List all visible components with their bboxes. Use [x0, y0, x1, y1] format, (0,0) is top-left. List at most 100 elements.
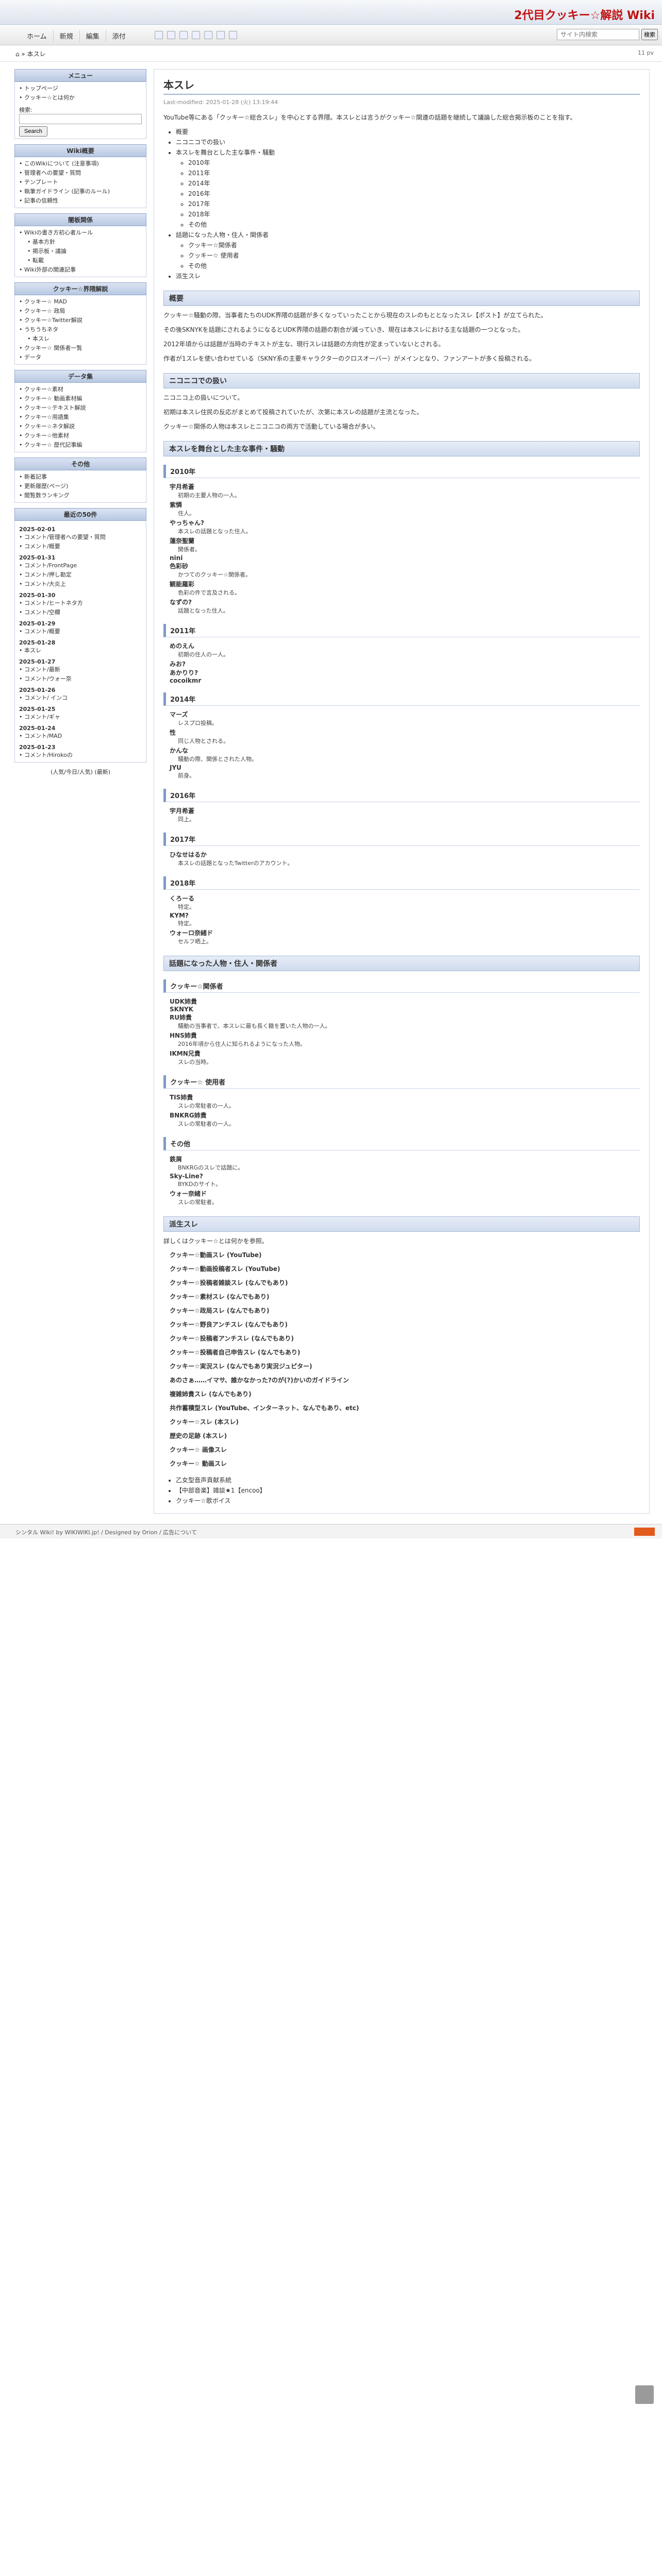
- toc-item[interactable]: その他: [188, 261, 640, 271]
- entry-name[interactable]: ウォー奈緒ド: [170, 1189, 640, 1198]
- list-icon[interactable]: [204, 31, 212, 39]
- recent-item[interactable]: • コメント/最新: [19, 665, 142, 674]
- side-data-item[interactable]: • クッキー☆ 動画素材編: [19, 394, 142, 403]
- side-menu-item[interactable]: • クッキー☆とは何か: [19, 93, 142, 103]
- derived-thread[interactable]: クッキー☆動画投稿者スレ (YouTube): [170, 1264, 640, 1273]
- recent-item[interactable]: • コメント/ウォー奈: [19, 674, 142, 684]
- bottom-link[interactable]: 乙女型音声貢献系統: [176, 1475, 640, 1485]
- derived-thread[interactable]: クッキー☆実況スレ (なんでもあり実況ジュピター): [170, 1362, 640, 1370]
- nav-attach[interactable]: 添付: [106, 30, 132, 42]
- bottom-link[interactable]: クッキー☆歌ボイス: [176, 1496, 640, 1506]
- toc-item[interactable]: 2017年: [188, 199, 640, 209]
- site-title[interactable]: 2代目クッキー☆解説 Wiki: [514, 6, 655, 23]
- breadcrumb[interactable]: ⌂ » 本スレ: [15, 49, 46, 58]
- recent-item[interactable]: • コメント/空欄: [19, 608, 142, 617]
- side-other-item[interactable]: • 更新履歴(ページ): [19, 482, 142, 491]
- entry-name[interactable]: くろーる: [170, 894, 640, 903]
- side-wiki-item[interactable]: • 記事の信頼性: [19, 196, 142, 206]
- entry-name[interactable]: JYU: [170, 764, 640, 771]
- entry-name[interactable]: 宇月希蒼: [170, 806, 640, 815]
- entry-name[interactable]: みお?: [170, 659, 640, 668]
- side-menu-item[interactable]: • トップページ: [19, 84, 142, 93]
- recent-item[interactable]: • コメント/ヒートネタ方: [19, 599, 142, 608]
- toc-item[interactable]: ニコニコでの扱い: [176, 137, 640, 147]
- derived-thread[interactable]: 歴史の足跡 (本スレ): [170, 1431, 640, 1440]
- entry-name[interactable]: 蓮奈聖蘭: [170, 536, 640, 545]
- side-data-item[interactable]: • クッキー☆テキスト解説: [19, 403, 142, 413]
- entry-name[interactable]: ウォーロ奈緒ド: [170, 928, 640, 937]
- derived-thread[interactable]: クッキー☆野良アンチスレ (なんでもあり): [170, 1320, 640, 1329]
- recent-item[interactable]: • コメント/押し勘定: [19, 570, 142, 580]
- derived-thread[interactable]: クッキー☆投稿者自己申告スレ (なんでもあり): [170, 1348, 640, 1357]
- side-data-item[interactable]: • クッキー☆素材: [19, 385, 142, 394]
- side-wiki-item[interactable]: • テンプレート: [19, 178, 142, 187]
- side-data-item[interactable]: • クッキー☆他素材: [19, 431, 142, 440]
- rename-icon[interactable]: [167, 31, 175, 39]
- derived-thread[interactable]: クッキー☆動画スレ (YouTube): [170, 1250, 640, 1259]
- sidebar-search-button[interactable]: Search: [19, 126, 47, 137]
- recent-item[interactable]: • 本スレ: [19, 646, 142, 655]
- entry-name[interactable]: やっちゃん?: [170, 518, 640, 527]
- scroll-top-button[interactable]: [635, 2385, 654, 2404]
- entry-name[interactable]: cocoikmr: [170, 677, 640, 684]
- nav-home[interactable]: ホーム: [21, 30, 54, 42]
- side-cookie-item[interactable]: • クッキー☆ 関係者一覧: [19, 344, 142, 353]
- side-cookie-item[interactable]: • クッキー☆ MAD: [19, 297, 142, 307]
- toc-item[interactable]: 2010年: [188, 158, 640, 168]
- toc-item[interactable]: クッキー☆関係者: [188, 240, 640, 250]
- toc-item[interactable]: 2011年: [188, 168, 640, 178]
- entry-name[interactable]: 鉄屑: [170, 1155, 640, 1163]
- entry-name[interactable]: あかりり?: [170, 668, 640, 677]
- side-ref-item[interactable]: • Wikiの書き方初心者ルール: [19, 228, 142, 238]
- entry-name[interactable]: なずの?: [170, 598, 640, 606]
- toc-item[interactable]: クッキー☆ 使用者: [188, 250, 640, 261]
- entry-name[interactable]: ひなせはるか: [170, 850, 640, 859]
- derived-thread[interactable]: クッキー☆ 画像スレ: [170, 1445, 640, 1454]
- site-search-input[interactable]: [557, 29, 639, 40]
- derived-thread[interactable]: クッキー☆投稿者雑談スレ (なんでもあり): [170, 1278, 640, 1287]
- toc-item[interactable]: 話題になった人物・住人・関係者: [176, 230, 640, 240]
- derived-thread[interactable]: クッキー☆投稿者アンチスレ (なんでもあり): [170, 1334, 640, 1343]
- entry-name[interactable]: BNKRG姉貴: [170, 1111, 640, 1120]
- derived-thread[interactable]: 共作蓄積型スレ (YouTube、インターネット、なんでもあり、etc): [170, 1403, 640, 1412]
- search-icon[interactable]: [217, 31, 225, 39]
- wiki-badge[interactable]: [634, 1528, 655, 1536]
- entry-name[interactable]: TIS姉貴: [170, 1093, 640, 1101]
- recent-item[interactable]: • コメント/概要: [19, 542, 142, 551]
- derived-thread[interactable]: クッキー☆素材スレ (なんでもあり): [170, 1292, 640, 1301]
- entry-name[interactable]: UDK姉貴: [170, 997, 640, 1006]
- copy-icon[interactable]: [155, 31, 163, 39]
- toc-item[interactable]: 2018年: [188, 209, 640, 219]
- recent-item[interactable]: • コメント/ギャ: [19, 713, 142, 722]
- derived-thread[interactable]: あのさぁ……イマサ、誰かなかった?のが(?)かいのガイドライン: [170, 1376, 640, 1384]
- toc-item[interactable]: 2014年: [188, 178, 640, 189]
- derived-thread[interactable]: クッキー☆ 動画スレ: [170, 1459, 640, 1468]
- entry-name[interactable]: SKNYK: [170, 1006, 640, 1013]
- toc-item[interactable]: その他: [188, 219, 640, 230]
- side-ref-item[interactable]: • 掲示板・議論: [19, 247, 142, 256]
- recent-item[interactable]: • コメント/大炎上: [19, 580, 142, 589]
- side-ref-item[interactable]: • 転載: [19, 256, 142, 265]
- recent-item[interactable]: • コメント/ インコ: [19, 693, 142, 703]
- side-cookie-item[interactable]: • データ: [19, 353, 142, 362]
- side-other-item[interactable]: • 新着記事: [19, 472, 142, 482]
- nav-edit[interactable]: 編集: [80, 30, 106, 42]
- sidebar-search-input[interactable]: [19, 114, 142, 124]
- entry-name[interactable]: 色彩砂: [170, 562, 640, 570]
- nav-new[interactable]: 新規: [54, 30, 80, 42]
- side-wiki-item[interactable]: • このWikiについて (注意事項): [19, 159, 142, 168]
- history-icon[interactable]: [192, 31, 200, 39]
- toc-item[interactable]: 派生スレ: [176, 271, 640, 281]
- toc-item[interactable]: 概要: [176, 127, 640, 137]
- side-data-item[interactable]: • クッキー☆ネタ解説: [19, 422, 142, 431]
- diff-icon[interactable]: [179, 31, 188, 39]
- entry-name[interactable]: 紫憐: [170, 500, 640, 509]
- entry-name[interactable]: かんな: [170, 746, 640, 755]
- entry-name[interactable]: KYM?: [170, 912, 640, 919]
- derived-thread[interactable]: クッキー☆政局スレ (なんでもあり): [170, 1306, 640, 1315]
- side-ref-item[interactable]: • 基本方針: [19, 238, 142, 247]
- side-data-item[interactable]: • クッキー☆用語集: [19, 413, 142, 422]
- side-other-item[interactable]: • 閲覧数ランキング: [19, 491, 142, 500]
- entry-name[interactable]: 宇月希蒼: [170, 482, 640, 491]
- entry-name[interactable]: HNS姉貴: [170, 1031, 640, 1040]
